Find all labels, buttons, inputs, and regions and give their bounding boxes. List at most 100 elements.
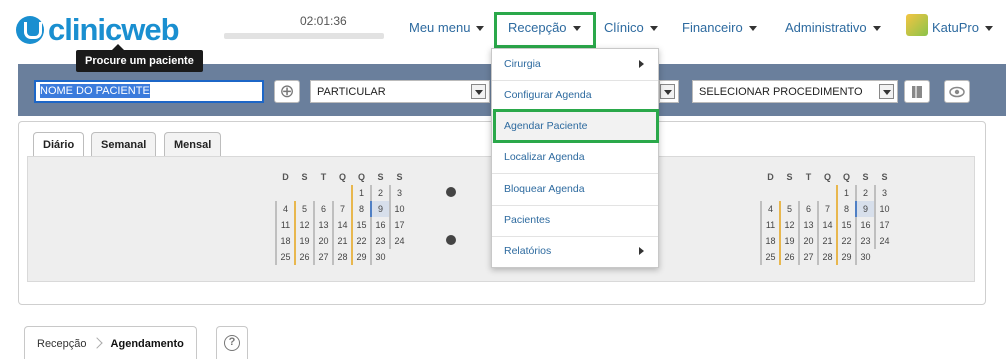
- calendar-day[interactable]: 7: [817, 201, 836, 217]
- calendar-day[interactable]: 28: [332, 249, 351, 265]
- calendar-day[interactable]: 10: [389, 201, 408, 217]
- calendar-day[interactable]: 19: [294, 233, 313, 249]
- chevron-down-icon: [660, 84, 675, 99]
- calendar-day[interactable]: 11: [275, 217, 294, 233]
- clinicweb-logo[interactable]: clinicweb: [16, 12, 180, 48]
- calendar-day[interactable]: 11: [760, 217, 779, 233]
- calendar-day[interactable]: 12: [294, 217, 313, 233]
- calendar-day[interactable]: 16: [370, 217, 389, 233]
- calendar-day[interactable]: 17: [389, 217, 408, 233]
- calendar-day[interactable]: 7: [332, 201, 351, 217]
- calendar-day[interactable]: 20: [798, 233, 817, 249]
- patient-search-input[interactable]: NOME DO PACIENTE: [34, 80, 264, 103]
- calendar-empty-cell: [389, 249, 408, 265]
- plus-circle-icon: ⊕: [279, 81, 295, 101]
- convenio-select[interactable]: PARTICULAR: [310, 80, 490, 103]
- calendar-day[interactable]: 30: [855, 249, 874, 265]
- calendar-weekday-header: DSTQQSS: [275, 169, 408, 185]
- calendar-day[interactable]: 10: [874, 201, 893, 217]
- calendar-day[interactable]: 13: [798, 217, 817, 233]
- tab-semanal[interactable]: Semanal: [91, 132, 157, 157]
- calendar-day[interactable]: 1: [351, 185, 370, 201]
- tab-diario[interactable]: Diário: [33, 132, 85, 158]
- calendar-day[interactable]: 18: [275, 233, 294, 249]
- calendar-day[interactable]: 22: [836, 233, 855, 249]
- calendar-day[interactable]: 22: [351, 233, 370, 249]
- calendar-day[interactable]: 5: [779, 201, 798, 217]
- calendar-day[interactable]: 9: [855, 201, 874, 217]
- calendar-day[interactable]: 8: [836, 201, 855, 217]
- agenda-book-button[interactable]: [904, 80, 930, 103]
- user-avatar[interactable]: [906, 14, 928, 36]
- calendar-day[interactable]: 29: [351, 249, 370, 265]
- chevron-down-icon: [984, 26, 993, 32]
- chevron-down-icon: [476, 26, 485, 32]
- calendar-day[interactable]: 4: [275, 201, 294, 217]
- calendar-day[interactable]: 2: [855, 185, 874, 201]
- calendar-day[interactable]: 27: [313, 249, 332, 265]
- nav-financeiro[interactable]: Financeiro: [682, 20, 757, 35]
- calendar-day[interactable]: 27: [798, 249, 817, 265]
- nav-clinico[interactable]: Clínico: [604, 20, 658, 35]
- calendar-day[interactable]: 3: [874, 185, 893, 201]
- nav-meu-menu[interactable]: Meu menu: [409, 20, 485, 35]
- calendar-day[interactable]: 25: [275, 249, 294, 265]
- menu-item-localizar-agenda[interactable]: Localizar Agenda: [492, 142, 658, 174]
- calendar-day[interactable]: 14: [332, 217, 351, 233]
- calendar-day[interactable]: 25: [760, 249, 779, 265]
- calendar-day[interactable]: 23: [855, 233, 874, 249]
- help-button[interactable]: ?: [216, 326, 248, 359]
- calendar-day[interactable]: 12: [779, 217, 798, 233]
- breadcrumb-parent[interactable]: Recepção: [37, 338, 87, 350]
- calendar-day[interactable]: 18: [760, 233, 779, 249]
- calendar-weekday: D: [282, 172, 289, 182]
- calendar-day[interactable]: 1: [836, 185, 855, 201]
- calendar-day[interactable]: 8: [351, 201, 370, 217]
- calendar-day[interactable]: 19: [779, 233, 798, 249]
- menu-item-cirurgia[interactable]: Cirurgia: [492, 49, 658, 81]
- calendar-nav-handle[interactable]: [446, 187, 456, 197]
- calendar-day[interactable]: 5: [294, 201, 313, 217]
- calendar-day[interactable]: 24: [874, 233, 893, 249]
- calendar-weekday: S: [881, 172, 888, 182]
- calendar-day[interactable]: 24: [389, 233, 408, 249]
- menu-item-relatorios[interactable]: Relatórios: [492, 236, 658, 268]
- calendar-day[interactable]: 17: [874, 217, 893, 233]
- calendar-day[interactable]: 30: [370, 249, 389, 265]
- calendar-empty-cell: [779, 185, 798, 201]
- calendar-nav-handle[interactable]: [446, 235, 456, 245]
- calendar-day[interactable]: 26: [779, 249, 798, 265]
- calendar-day[interactable]: 23: [370, 233, 389, 249]
- calendar-day[interactable]: 3: [389, 185, 408, 201]
- calendar-day[interactable]: 20: [313, 233, 332, 249]
- mini-calendar-left: D S T Q Q S S 1 2 3 4 5 6 7 8 9 10 11 12 13 14 15 16 17 18 19 20 21…: [275, 169, 408, 265]
- calendar-day[interactable]: 21: [817, 233, 836, 249]
- nav-administrativo[interactable]: Administrativo: [785, 20, 881, 35]
- calendar-day[interactable]: 6: [798, 201, 817, 217]
- calendar-day[interactable]: 9: [370, 201, 389, 217]
- calendar-weekday: Q: [823, 172, 831, 182]
- calendar-day[interactable]: 15: [351, 217, 370, 233]
- calendar-day[interactable]: 2: [370, 185, 389, 201]
- calendar-day[interactable]: 16: [855, 217, 874, 233]
- calendar-week-row: 18 19 20 21 22 23 24: [760, 233, 893, 249]
- add-patient-button[interactable]: ⊕: [274, 80, 300, 103]
- calendar-day[interactable]: 14: [817, 217, 836, 233]
- calendar-day[interactable]: 28: [817, 249, 836, 265]
- calendar-day[interactable]: 13: [313, 217, 332, 233]
- view-button[interactable]: [944, 80, 970, 103]
- chevron-down-icon: [879, 84, 894, 99]
- procedure-select[interactable]: SELECIONAR PROCEDIMENTO: [692, 80, 898, 103]
- calendar-day[interactable]: 15: [836, 217, 855, 233]
- calendar-day[interactable]: 6: [313, 201, 332, 217]
- room-select[interactable]: [659, 80, 679, 103]
- tab-mensal[interactable]: Mensal: [164, 132, 222, 157]
- nav-user-katupro[interactable]: KatuPro: [932, 20, 993, 35]
- menu-item-pacientes[interactable]: Pacientes: [492, 205, 658, 237]
- calendar-day[interactable]: 4: [760, 201, 779, 217]
- calendar-day[interactable]: 21: [332, 233, 351, 249]
- calendar-day[interactable]: 26: [294, 249, 313, 265]
- menu-item-configurar-agenda[interactable]: Configurar Agenda: [492, 80, 658, 112]
- menu-item-bloquear-agenda[interactable]: Bloquear Agenda: [492, 174, 658, 206]
- calendar-day[interactable]: 29: [836, 249, 855, 265]
